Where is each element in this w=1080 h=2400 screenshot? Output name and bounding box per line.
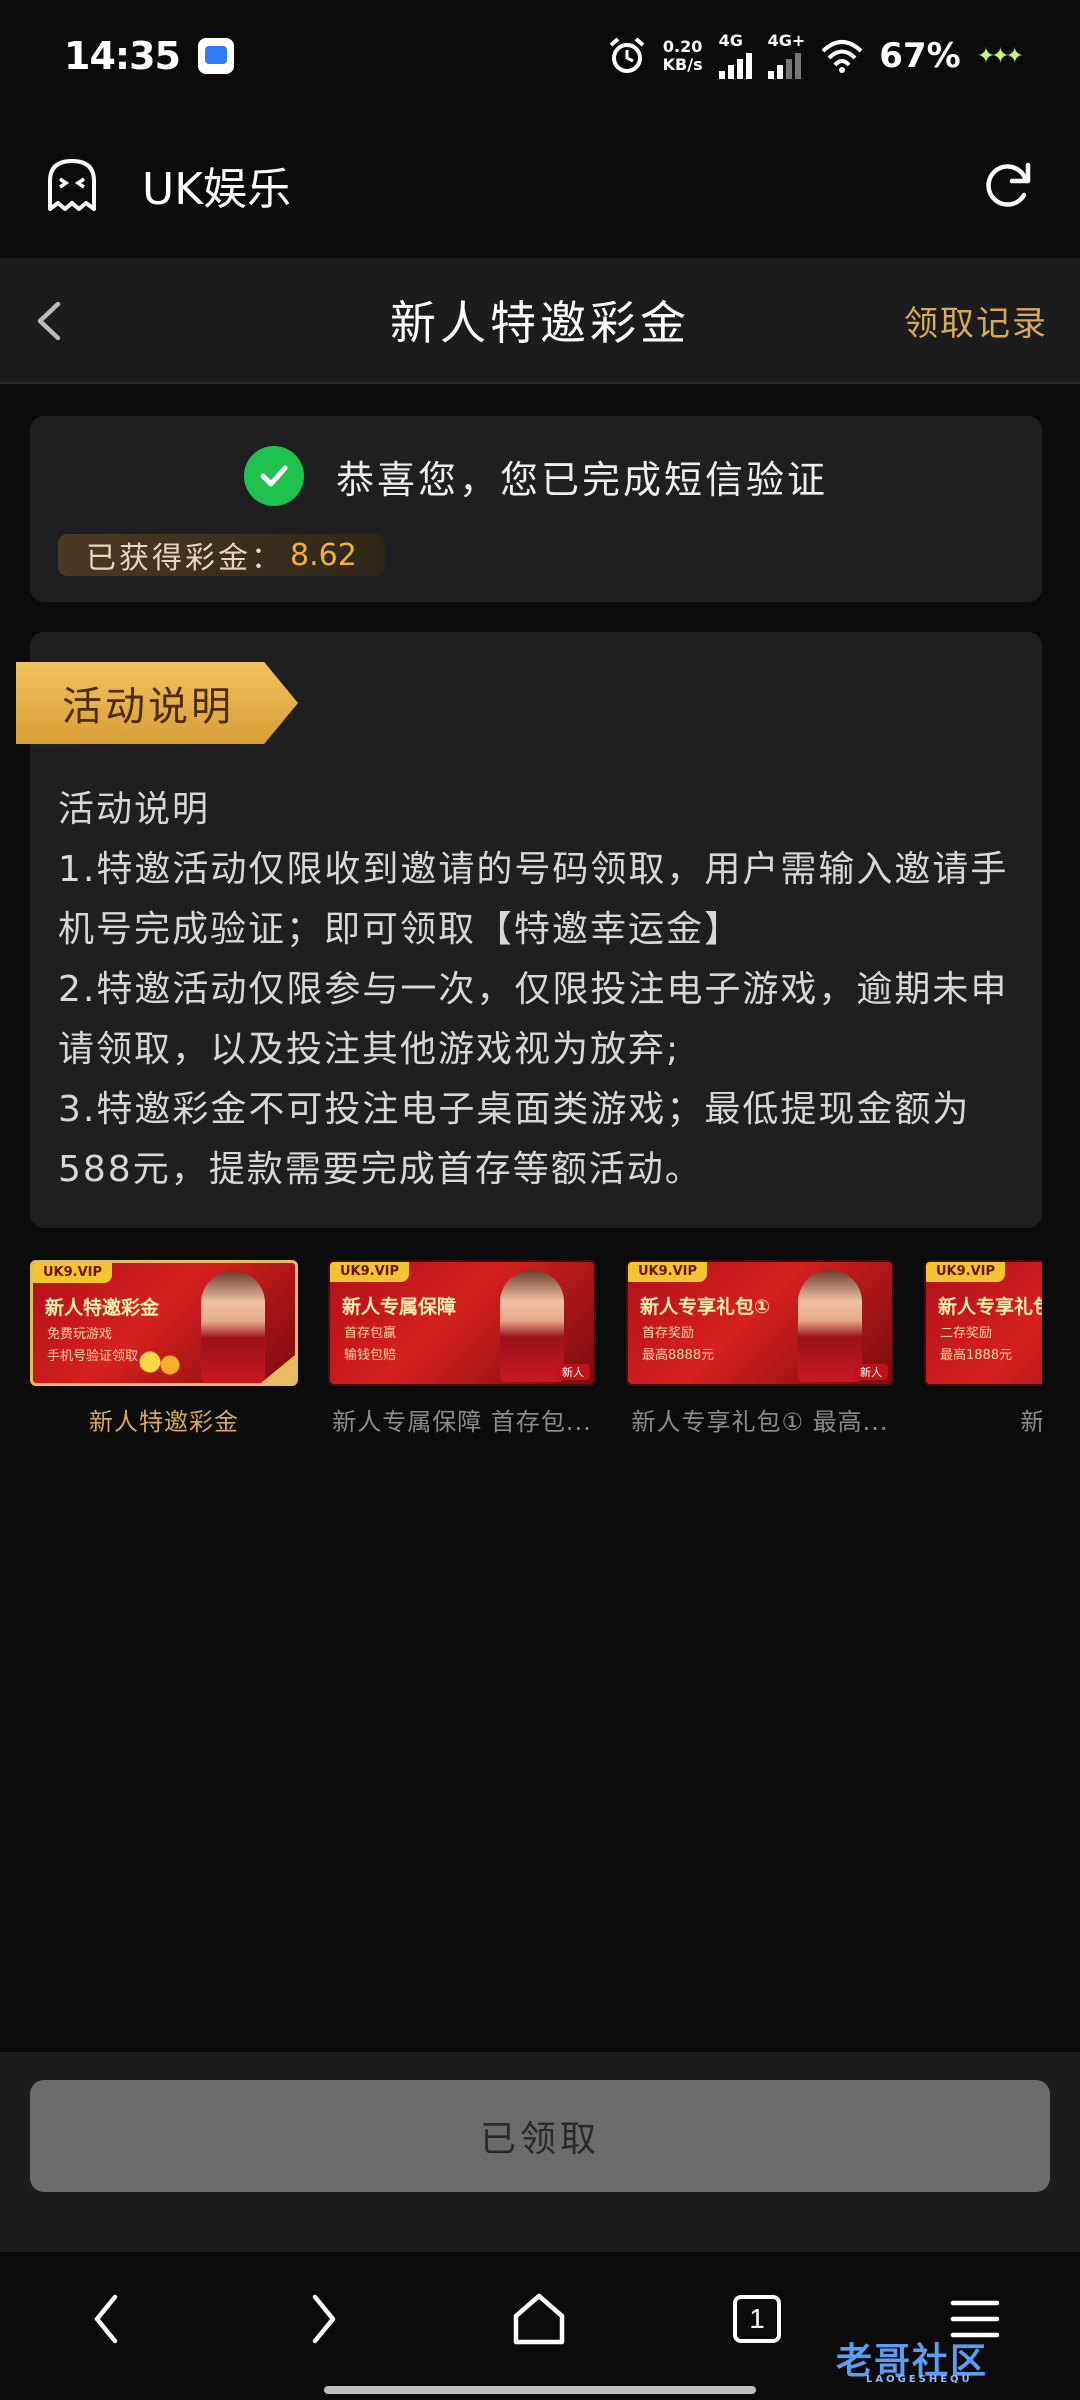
status-indicators: 0.20 KB/s 4G 4G+ 67% ✦✦✦ <box>607 31 1024 79</box>
signal-2: 4G+ <box>767 31 806 79</box>
promo-subtitle: 免费玩游戏 <box>47 1327 113 1342</box>
new-badge: 新人 <box>854 1364 888 1380</box>
promo-tag: UK9.VIP <box>926 1262 1006 1282</box>
home-indicator[interactable] <box>324 2386 756 2394</box>
rule-1: 1.特邀活动仅限收到邀请的号码领取，用户需输入邀请手机号完成验证；即可领取【特邀… <box>58 849 1009 950</box>
signal-bars-weak-icon <box>767 49 801 79</box>
activity-ribbon: 活动说明 <box>16 662 298 744</box>
community-watermark: 老哥社区 LAOGESHEQU <box>836 2332 1066 2392</box>
wifi-icon <box>821 40 863 73</box>
promo-label: 新人专享礼包① 最高... <box>631 1408 889 1436</box>
browser-tabs-button[interactable]: 1 <box>722 2284 792 2354</box>
claimed-button[interactable]: 已领取 <box>30 2080 1050 2192</box>
promo-tag: UK9.VIP <box>33 1263 113 1283</box>
promo-headline: 新人专享礼包① <box>640 1296 771 1318</box>
promo-label: 新人专属保障 首存包... <box>332 1408 592 1436</box>
bonus-pill: 已获得彩金： 8.62 <box>58 534 385 576</box>
ribbon-label: 活动说明 <box>62 684 234 730</box>
promo-tag: UK9.VIP <box>628 1262 708 1282</box>
network-type-1: 4G <box>718 31 743 50</box>
browser-forward-button[interactable] <box>288 2284 358 2354</box>
bottom-action-bar: 已领取 <box>0 2052 1080 2252</box>
promo-thumbnail: UK9.VIP 新人特邀彩金 免费玩游戏 手机号验证领取 <box>30 1260 298 1386</box>
promo-subtitle: 首存包赢 <box>344 1326 397 1341</box>
back-chevron-icon[interactable] <box>28 294 68 348</box>
promo-subtitle-2: 手机号验证领取 <box>47 1349 139 1364</box>
signal-bars-icon <box>718 49 752 79</box>
promo-card-newbie-guarantee[interactable]: UK9.VIP 新人专属保障 首存包赢 输钱包赔 新人 新人专属保障 首存包..… <box>328 1260 596 1437</box>
signal-1: 4G <box>718 31 752 79</box>
status-bar: 14:35 0.20 KB/s 4G 4G+ 67% ✦✦✦ <box>0 0 1080 112</box>
promo-thumbnail: UK9.VIP 新人专属保障 首存包赢 输钱包赔 新人 <box>328 1260 596 1386</box>
rule-2: 2.特邀活动仅限参与一次，仅限投注电子游戏，逾期未申请领取，以及投注其他游戏视为… <box>58 969 1009 1070</box>
bonus-value: 8.62 <box>290 537 357 573</box>
success-message: 恭喜您，您已完成短信验证 <box>335 457 828 502</box>
promo-card-gift-pack-2[interactable]: UK9.VIP 新人专享礼包 二存奖励 最高1888元 新人专 <box>924 1260 1042 1437</box>
browser-home-button[interactable] <box>504 2284 574 2354</box>
promo-headline: 新人特邀彩金 <box>45 1297 160 1319</box>
promo-subtitle-2: 输钱包赔 <box>344 1348 397 1363</box>
promo-model-image <box>201 1271 265 1383</box>
success-row: 恭喜您，您已完成短信验证 <box>30 446 1042 506</box>
promo-model-image <box>798 1270 862 1382</box>
promo-thumbnail: UK9.VIP 新人专享礼包 二存奖励 最高1888元 <box>924 1260 1042 1386</box>
ghost-logo-icon <box>48 159 96 211</box>
promo-headline: 新人专享礼包 <box>938 1296 1042 1318</box>
bonus-label: 已获得彩金： <box>86 541 284 576</box>
promo-thumbnail: UK9.VIP 新人专享礼包① 首存奖励 最高8888元 新人 <box>626 1260 894 1386</box>
speed-value: 0.20 <box>662 37 703 56</box>
message-app-icon <box>197 38 234 74</box>
promo-label: 新人特邀彩金 <box>89 1408 239 1436</box>
new-badge: 新人 <box>556 1364 590 1380</box>
promo-card-invite-bonus[interactable]: UK9.VIP 新人特邀彩金 免费玩游戏 手机号验证领取 新人特邀彩金 <box>30 1260 298 1437</box>
promo-model-image <box>500 1270 564 1382</box>
battery-level: 67% <box>879 36 961 76</box>
home-icon <box>513 2293 565 2345</box>
promo-subtitle: 二存奖励 <box>940 1326 993 1341</box>
promo-subtitle-2: 最高1888元 <box>940 1348 1013 1363</box>
battery-sparkle-icon: ✦✦✦ <box>976 43 1024 69</box>
claim-record-link[interactable]: 领取记录 <box>904 296 1048 345</box>
back-arrow-icon <box>94 2294 118 2344</box>
rule-3: 3.特邀彩金不可投注电子桌面类游戏；最低提现金额为588元，提款需要完成首存等额… <box>58 1089 971 1190</box>
check-circle-icon <box>243 446 304 506</box>
selected-check-icon <box>261 1355 295 1383</box>
description-body: 活动说明 1.特邀活动仅限收到邀请的号码领取，用户需输入邀请手机号完成验证；即可… <box>58 780 1038 1200</box>
app-header: UK娱乐 <box>0 112 1080 258</box>
page-title: 新人特邀彩金 <box>390 296 690 350</box>
activity-description-card: 活动说明 活动说明 1.特邀活动仅限收到邀请的号码领取，用户需输入邀请手机号完成… <box>16 632 1042 1228</box>
watermark-subtext: LAOGESHEQU <box>866 2374 973 2385</box>
promo-tag: UK9.VIP <box>330 1262 410 1282</box>
refresh-icon[interactable] <box>980 157 1036 213</box>
promo-subtitle: 首存奖励 <box>642 1326 695 1341</box>
treasure-coins-icon <box>135 1347 185 1377</box>
description-heading: 活动说明 <box>58 789 211 830</box>
tab-count: 1 <box>733 2295 781 2343</box>
app-title: UK娱乐 <box>142 164 292 215</box>
speed-unit: KB/s <box>662 55 703 74</box>
verification-success-card: 恭喜您，您已完成短信验证 已获得彩金： 8.62 <box>30 416 1042 602</box>
promo-card-gift-pack-1[interactable]: UK9.VIP 新人专享礼包① 首存奖励 最高8888元 新人 新人专享礼包① … <box>626 1260 894 1437</box>
page-nav-bar: 新人特邀彩金 领取记录 <box>0 258 1080 384</box>
network-speed: 0.20 KB/s <box>663 38 703 74</box>
promo-label: 新人专 <box>924 1402 1043 1437</box>
status-time: 14:35 <box>64 34 181 78</box>
promo-headline: 新人专属保障 <box>342 1296 457 1318</box>
forward-arrow-icon <box>312 2294 336 2344</box>
alarm-icon <box>609 37 644 73</box>
promo-subtitle-2: 最高8888元 <box>642 1348 715 1363</box>
promo-carousel[interactable]: UK9.VIP 新人特邀彩金 免费玩游戏 手机号验证领取 新人特邀彩金 UK9.… <box>30 1260 1042 1440</box>
network-type-2: 4G+ <box>767 31 806 50</box>
browser-back-button[interactable] <box>72 2284 142 2354</box>
